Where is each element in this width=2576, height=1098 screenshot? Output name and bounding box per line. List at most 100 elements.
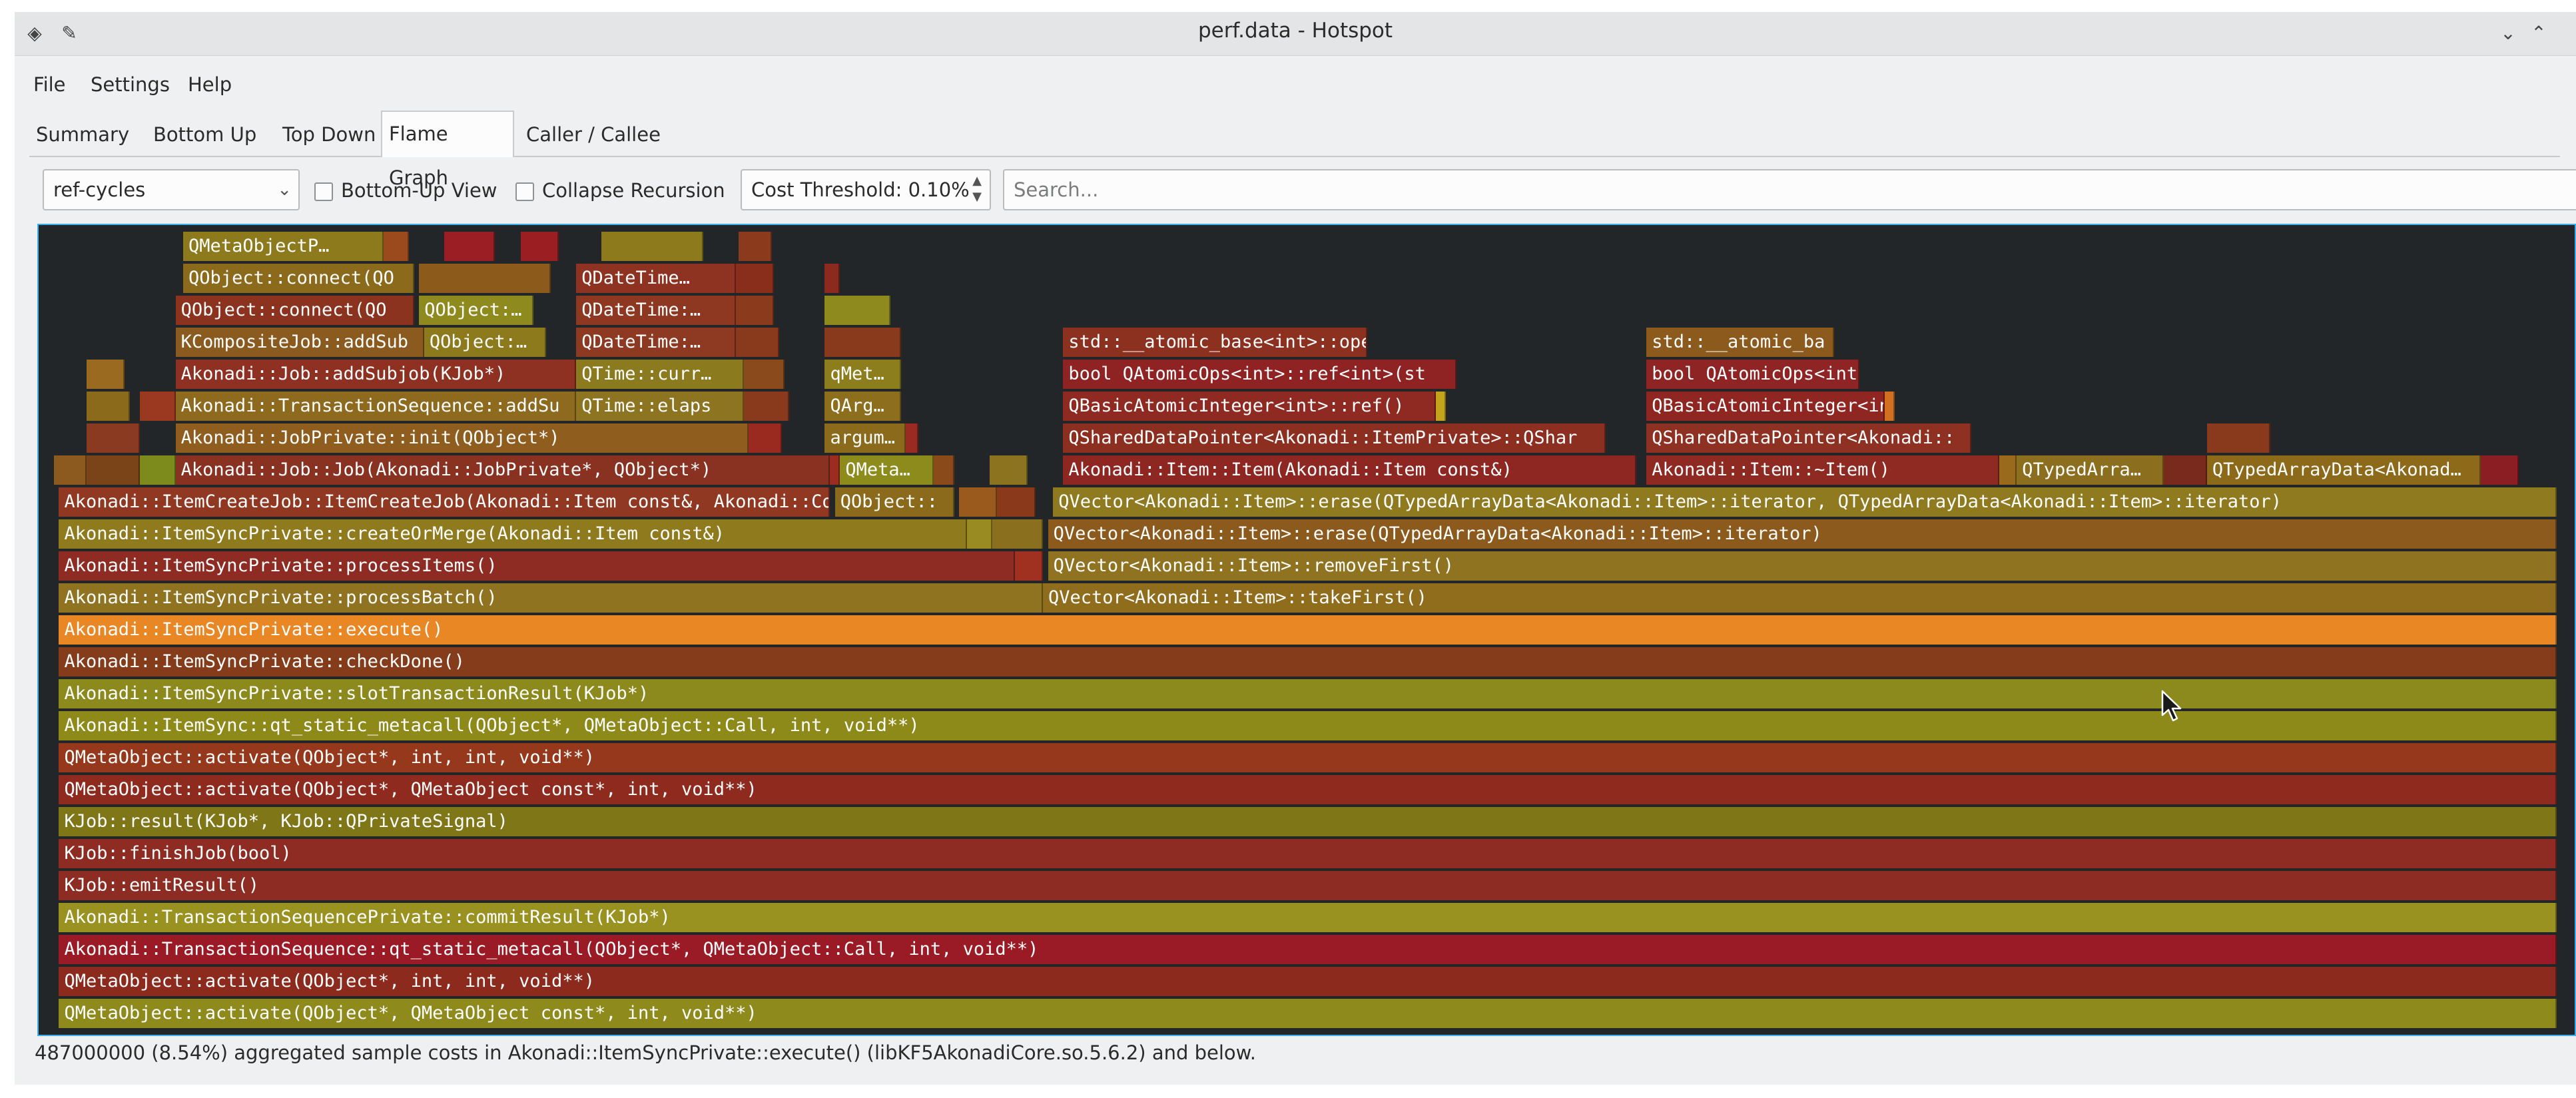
checkbox-box[interactable] xyxy=(515,182,534,201)
flame-frame[interactable] xyxy=(1885,392,1895,421)
flame-frame[interactable]: QMetaObject::activate(QObject*, int, int… xyxy=(59,743,2557,772)
flame-frame[interactable] xyxy=(830,455,840,485)
flame-frame[interactable]: QDateTime:… xyxy=(576,296,737,325)
flame-frame[interactable] xyxy=(959,487,998,517)
flame-frame[interactable] xyxy=(997,487,1036,517)
flame-frame[interactable]: QArg… xyxy=(824,392,901,421)
flame-frame[interactable] xyxy=(383,232,409,261)
flame-frame[interactable]: Akonadi::Job::addSubjob(KJob*) xyxy=(175,360,577,389)
flame-frame[interactable]: Akonadi::TransactionSequence::addSu xyxy=(175,392,577,421)
flame-frame[interactable]: QMetaObject::activate(QObject*, QMetaObj… xyxy=(59,999,2557,1028)
flame-frame[interactable]: QTime::curr… xyxy=(576,360,744,389)
tab-summary[interactable]: Summary xyxy=(29,113,136,156)
flame-frame[interactable] xyxy=(966,519,992,549)
flame-frame[interactable]: Akonadi::JobPrivate::init(QObject*) xyxy=(175,423,749,453)
bottom-up-view-checkbox[interactable]: Bottom-Up View xyxy=(314,178,497,202)
flame-frame[interactable]: QDateTime:… xyxy=(576,328,737,357)
flame-frame[interactable]: Akonadi::ItemSyncPrivate::checkDone() xyxy=(59,647,2557,677)
menu-help[interactable]: Help xyxy=(188,73,232,96)
flame-frame[interactable]: Akonadi::ItemSyncPrivate::processBatch() xyxy=(59,583,1043,613)
flame-frame[interactable]: QMetaObject::activate(QObject*, int, int… xyxy=(59,967,2557,996)
flame-frame[interactable]: QBasicAtomicInteger<int>::ref() xyxy=(1063,392,1437,421)
flame-frame[interactable] xyxy=(419,264,551,293)
flame-frame[interactable]: Akonadi::TransactionSequence::qt_static_… xyxy=(59,935,2557,964)
flame-frame[interactable] xyxy=(992,519,1043,549)
flame-frame[interactable]: QTypedArrayData<Akonad… xyxy=(2206,455,2481,485)
flame-frame[interactable]: QObject::connect(QO xyxy=(175,296,414,325)
flame-frame[interactable] xyxy=(990,455,1028,485)
flame-frame[interactable] xyxy=(824,264,840,293)
flame-frame[interactable] xyxy=(1436,392,1447,421)
flame-frame[interactable]: QBasicAtomicInteger<int> xyxy=(1646,392,1885,421)
flame-frame[interactable]: std::__atomic_base<int>::opera xyxy=(1063,328,1368,357)
flame-frame[interactable] xyxy=(444,232,495,261)
flame-frame[interactable] xyxy=(2164,455,2207,485)
checkbox-box[interactable] xyxy=(314,182,333,201)
minimize-icon[interactable]: ⌄ xyxy=(2496,21,2520,45)
flame-frame[interactable]: std::__atomic_ba xyxy=(1646,328,1835,357)
maximize-icon[interactable]: ⌃ xyxy=(2527,21,2551,45)
tab-top-down[interactable]: Top Down xyxy=(276,113,382,156)
flame-frame[interactable]: QVector<Akonadi::Item>::erase(QTypedArra… xyxy=(1048,519,2557,549)
flame-frame[interactable] xyxy=(601,232,703,261)
flame-frame[interactable]: QTime::elaps xyxy=(576,392,744,421)
flame-frame[interactable] xyxy=(87,423,141,453)
flame-frame[interactable] xyxy=(736,328,779,357)
tab-caller-callee[interactable]: Caller / Callee xyxy=(519,113,667,156)
flame-frame[interactable] xyxy=(934,455,954,485)
flame-frame[interactable]: Akonadi::Item::~Item() xyxy=(1646,455,1999,485)
flame-frame[interactable]: QObject:: xyxy=(834,487,954,517)
flame-frame[interactable]: Akonadi::TransactionSequencePrivate::com… xyxy=(59,903,2557,932)
flame-frame[interactable]: QDateTime… xyxy=(576,264,737,293)
flame-frame[interactable]: QTypedArra… xyxy=(2017,455,2164,485)
flame-frame[interactable] xyxy=(736,264,775,293)
flame-frame[interactable] xyxy=(140,392,176,421)
flame-frame[interactable]: KJob::result(KJob*, KJob::QPrivateSignal… xyxy=(59,807,2557,836)
flame-frame[interactable] xyxy=(824,296,891,325)
flame-frame[interactable] xyxy=(87,360,125,389)
flame-frame[interactable] xyxy=(736,296,775,325)
flame-frame[interactable]: bool QAtomicOps<int>::ref<int>(st xyxy=(1063,360,1456,389)
flame-frame[interactable]: Akonadi::Job::Job(Akonadi::JobPrivate*, … xyxy=(175,455,830,485)
tab-flame-graph[interactable]: Flame Graph xyxy=(381,111,514,189)
flame-frame[interactable]: Akonadi::ItemCreateJob::ItemCreateJob(Ak… xyxy=(59,487,830,517)
flame-frame[interactable]: QObject:… xyxy=(424,328,546,357)
flame-frame[interactable] xyxy=(87,455,141,485)
flame-frame[interactable]: argum… xyxy=(824,423,906,453)
flame-frame[interactable] xyxy=(2206,423,2271,453)
flame-frame[interactable] xyxy=(906,423,919,453)
flame-frame[interactable] xyxy=(743,360,785,389)
flame-frame[interactable] xyxy=(520,232,559,261)
menu-settings[interactable]: Settings xyxy=(91,73,170,96)
tab-bottom-up[interactable]: Bottom Up xyxy=(147,113,263,156)
flame-frame[interactable]: Akonadi::ItemSyncPrivate::execute() xyxy=(59,615,2557,645)
menu-file[interactable]: File xyxy=(33,73,66,96)
flame-frame[interactable]: Akonadi::ItemSyncPrivate::createOrMerge(… xyxy=(59,519,967,549)
flame-frame[interactable] xyxy=(743,392,790,421)
flame-frame[interactable] xyxy=(140,455,176,485)
flame-frame[interactable]: bool QAtomicOps<int>:: xyxy=(1646,360,1860,389)
flame-frame[interactable] xyxy=(2481,455,2519,485)
flame-frame[interactable]: KCompositeJob::addSub xyxy=(175,328,424,357)
flame-frame[interactable]: QMetaObject::activate(QObject*, QMetaObj… xyxy=(59,775,2557,804)
flame-frame[interactable] xyxy=(1999,455,2017,485)
flame-frame[interactable]: QObject::connect(QO xyxy=(183,264,414,293)
flame-frame[interactable]: QMeta… xyxy=(840,455,934,485)
flame-graph-view[interactable]: QMetaObject::activate(QObject*, QMetaObj… xyxy=(37,224,2576,1036)
flame-frame[interactable]: KJob::emitResult() xyxy=(59,871,2557,900)
collapse-recursion-checkbox[interactable]: Collapse Recursion xyxy=(515,178,725,202)
flame-frame[interactable]: QSharedDataPointer<Akonadi:: xyxy=(1646,423,1971,453)
search-input[interactable]: Search... xyxy=(1003,169,2576,210)
flame-frame[interactable] xyxy=(53,455,87,485)
flame-frame[interactable]: QVector<Akonadi::Item>::erase(QTypedArra… xyxy=(1053,487,2557,517)
event-type-select[interactable]: ref-cycles ⌄ xyxy=(43,169,300,210)
flame-frame[interactable] xyxy=(87,392,131,421)
flame-frame[interactable] xyxy=(739,232,772,261)
flame-frame[interactable] xyxy=(749,423,782,453)
spin-arrows-icon[interactable]: ▲ ▼ xyxy=(968,173,986,205)
cost-threshold-spinbox[interactable]: Cost Threshold: 0.10% ▲ ▼ xyxy=(741,169,991,210)
flame-frame[interactable]: QSharedDataPointer<Akonadi::ItemPrivate>… xyxy=(1063,423,1606,453)
flame-frame[interactable]: QObject:… xyxy=(419,296,533,325)
flame-frame[interactable] xyxy=(1015,551,1043,581)
flame-frame[interactable]: KJob::finishJob(bool) xyxy=(59,839,2557,868)
